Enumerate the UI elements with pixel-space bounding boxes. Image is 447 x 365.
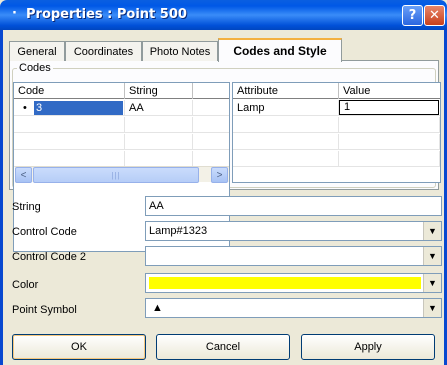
ok-button[interactable]: OK: [12, 334, 146, 360]
code-cell[interactable]: • 3: [14, 100, 125, 116]
control-code-label: Control Code: [12, 226, 77, 238]
tab-codes-and-style[interactable]: Codes and Style: [218, 38, 342, 62]
tab-general[interactable]: General: [9, 41, 65, 61]
string-input[interactable]: AA: [145, 196, 442, 216]
table-row-empty[interactable]: [14, 151, 229, 167]
dropdown-arrow[interactable]: ▼: [423, 247, 441, 265]
tab-label: Coordinates: [73, 45, 134, 58]
tab-photo-notes[interactable]: Photo Notes: [142, 41, 218, 61]
apply-button-label: Apply: [354, 341, 382, 353]
table-row-empty[interactable]: [233, 134, 440, 150]
help-icon: ?: [408, 8, 417, 23]
close-button[interactable]: ✕: [424, 5, 445, 26]
tab-label: Codes and Style: [233, 44, 327, 58]
system-menu-icon[interactable]: ·: [12, 6, 17, 21]
close-icon: ✕: [429, 8, 440, 23]
dropdown-arrow[interactable]: ▼: [423, 299, 441, 317]
column-header-string[interactable]: String: [125, 83, 193, 99]
code-value: 3: [34, 101, 123, 115]
dropdown-arrow[interactable]: ▼: [423, 274, 441, 292]
control-code-2-dropdown[interactable]: ▼: [145, 246, 442, 266]
tab-label: General: [17, 45, 57, 58]
column-header-attribute[interactable]: Attribute: [233, 83, 339, 99]
codes-group-legend: Codes: [17, 62, 53, 74]
attribute-grid[interactable]: Attribute Value Lamp 1: [232, 82, 441, 183]
color-label: Color: [12, 279, 39, 291]
code-grid-header: Code String: [14, 83, 229, 99]
column-header-code[interactable]: Code: [14, 83, 125, 99]
scroll-right-button[interactable]: >: [211, 167, 228, 183]
ok-button-label: OK: [71, 341, 87, 353]
table-row-empty[interactable]: [233, 151, 440, 167]
grip-icon: |||: [111, 170, 121, 180]
string-label: String: [12, 201, 41, 213]
control-code-dropdown[interactable]: Lamp#1323 ▼: [145, 221, 442, 241]
scroll-left-button[interactable]: <: [15, 167, 32, 183]
title-bar: · Properties : Point 500 ? ✕: [0, 0, 447, 30]
horizontal-scrollbar[interactable]: < ||| >: [15, 166, 229, 183]
point-symbol-label: Point Symbol: [12, 304, 77, 316]
chevron-down-icon: ▼: [428, 278, 437, 288]
control-code-2-label: Control Code 2: [12, 251, 86, 263]
scrollbar-thumb[interactable]: |||: [33, 167, 199, 183]
color-dropdown[interactable]: ▼: [145, 273, 442, 293]
cancel-button[interactable]: Cancel: [156, 334, 290, 360]
value-cell-editor[interactable]: 1: [339, 100, 439, 115]
attribute-cell[interactable]: Lamp: [233, 100, 339, 116]
table-row[interactable]: • 3 AA: [14, 100, 229, 116]
chevron-down-icon: ▼: [428, 251, 437, 261]
color-swatch: [149, 277, 421, 289]
cancel-button-label: Cancel: [205, 341, 241, 353]
triangle-up-icon: ▲: [152, 302, 163, 314]
table-row-empty[interactable]: [14, 117, 229, 133]
tab-label: Photo Notes: [149, 45, 211, 58]
help-button[interactable]: ?: [402, 5, 423, 26]
attribute-grid-header: Attribute Value: [233, 83, 440, 99]
tab-coordinates[interactable]: Coordinates: [65, 41, 142, 61]
point-symbol-dropdown[interactable]: ▲ ▼: [145, 298, 442, 318]
row-bullet: •: [23, 102, 27, 114]
chevron-down-icon: ▼: [428, 226, 437, 236]
column-header-value[interactable]: Value: [339, 83, 440, 99]
chevron-down-icon: ▼: [428, 303, 437, 313]
dropdown-arrow[interactable]: ▼: [423, 222, 441, 240]
apply-button[interactable]: Apply: [301, 334, 435, 360]
table-row-empty[interactable]: [233, 117, 440, 133]
control-code-value: Lamp#1323: [149, 225, 208, 237]
window-title: Properties : Point 500: [26, 7, 187, 22]
chevron-left-icon: <: [20, 169, 27, 181]
table-row[interactable]: Lamp 1: [233, 100, 440, 116]
string-input-value: AA: [149, 200, 164, 212]
chevron-right-icon: >: [216, 169, 223, 181]
string-cell[interactable]: AA: [125, 100, 193, 116]
table-row-empty[interactable]: [14, 134, 229, 150]
